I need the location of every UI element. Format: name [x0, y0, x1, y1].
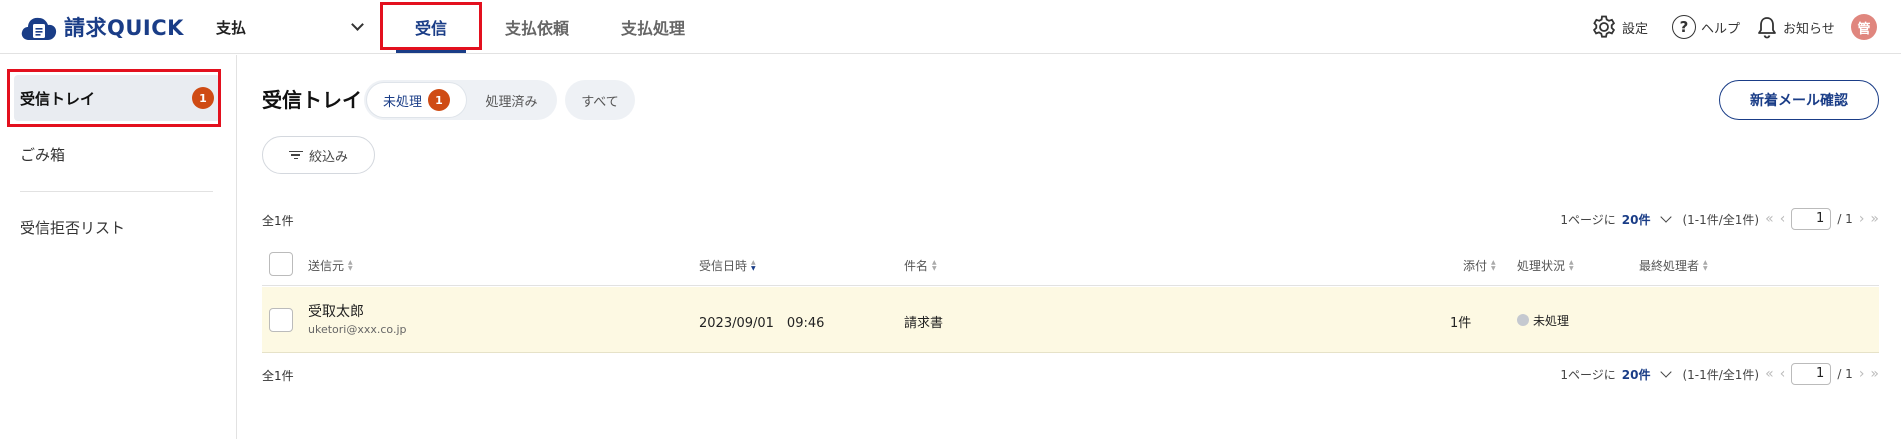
check-new-mail-button[interactable]: 新着メール確認 [1719, 80, 1879, 120]
first-page-icon[interactable]: « [1765, 366, 1774, 382]
next-page-icon[interactable]: › [1859, 366, 1865, 382]
col-attachments[interactable]: 添付 ▲ ▼ [1463, 257, 1496, 274]
tab-payment-request[interactable]: 支払依頼 [482, 0, 592, 54]
col-status[interactable]: 処理状況 ▲ ▼ [1517, 257, 1574, 274]
question-circle-icon: ? [1672, 15, 1696, 39]
chevron-down-icon [351, 18, 364, 31]
page-number-input[interactable]: 1 [1791, 363, 1832, 385]
app-header: 請求QUICK 支払 受信 支払依頼 支払処理 設定 ? ヘルプ お知らせ 管 [0, 0, 1901, 54]
sort-desc-icon: ▲ ▼ [751, 258, 756, 272]
pagination-top: 1ページに 20件 (1-1件/全1件) « ‹ 1 / 1 › » [1560, 207, 1879, 231]
first-page-icon[interactable]: « [1765, 211, 1774, 227]
col-sender[interactable]: 送信元 ▲ ▼ [308, 257, 353, 274]
gear-icon [1592, 15, 1616, 38]
status-filter-group: 未処理 1 処理済み [364, 80, 557, 120]
filter-unprocessed[interactable]: 未処理 1 [367, 83, 466, 117]
col-last-handler[interactable]: 最終処理者 ▲ ▼ [1639, 257, 1708, 274]
chevron-down-icon[interactable] [1660, 211, 1673, 223]
subject: 請求書 [904, 316, 944, 331]
settings-label: 設定 [1622, 21, 1649, 37]
module-select[interactable]: 支払 [216, 14, 366, 40]
status-badge: 未処理 [1517, 312, 1569, 329]
select-all-checkbox[interactable] [269, 252, 293, 276]
unread-badge: 1 [192, 87, 214, 109]
sidebar-divider [20, 191, 213, 192]
tab-payment-processing[interactable]: 支払処理 [592, 0, 714, 54]
cloud-document-icon [21, 17, 57, 40]
total-count: 全1件 [262, 214, 294, 228]
per-page-select[interactable]: 20件 [1622, 366, 1651, 383]
narrow-filter-button[interactable]: 絞込み [262, 136, 375, 174]
chevron-down-icon[interactable] [1660, 366, 1673, 378]
attachment-count: 1件 [1450, 316, 1472, 331]
page-number-input[interactable]: 1 [1791, 208, 1832, 230]
received-at: 2023/09/01 09:46 [699, 316, 825, 331]
sort-icon: ▲ ▼ [348, 258, 353, 272]
sort-icon: ▲ ▼ [932, 258, 937, 272]
unprocessed-badge: 1 [428, 89, 450, 111]
settings-button[interactable]: 設定 [1591, 12, 1648, 42]
app-name: 請求QUICK [64, 16, 184, 40]
module-select-value: 支払 [216, 18, 247, 37]
sidebar-item-label: 受信トレイ [20, 89, 96, 108]
sort-icon: ▲ ▼ [1491, 258, 1496, 272]
help-label: ヘルプ [1701, 21, 1741, 37]
row-checkbox[interactable] [269, 308, 293, 332]
col-received-at[interactable]: 受信日時 ▲ ▼ [699, 257, 756, 274]
notice-button[interactable]: お知らせ [1756, 12, 1835, 42]
sort-icon: ▲ ▼ [1569, 258, 1574, 272]
prev-page-icon[interactable]: ‹ [1780, 211, 1786, 227]
sort-icon: ▲ ▼ [1703, 258, 1708, 272]
table-header: 送信元 ▲ ▼ 受信日時 ▲ ▼ 件名 ▲ ▼ 添付 ▲ ▼ 処理状況 ▲ ▼ 最終処理者… [262, 244, 1879, 286]
col-subject[interactable]: 件名 ▲ ▼ [904, 257, 937, 274]
sidebar-item-trash[interactable]: ごみ箱 [14, 131, 220, 177]
sender-name: 受取太郎 [308, 304, 364, 320]
help-button[interactable]: ? ヘルプ [1672, 12, 1740, 42]
sidebar-item-label: 受信拒否リスト [20, 218, 126, 237]
prev-page-icon[interactable]: ‹ [1780, 366, 1786, 382]
last-page-icon[interactable]: » [1870, 211, 1879, 227]
filter-all[interactable]: すべて [565, 80, 635, 120]
per-page-select[interactable]: 20件 [1622, 211, 1651, 228]
sidebar-item-inbox[interactable]: 受信トレイ 1 [14, 75, 220, 121]
tab-receive[interactable]: 受信 [382, 0, 480, 54]
filter-processed[interactable]: 処理済み [466, 91, 557, 110]
next-page-icon[interactable]: › [1859, 211, 1865, 227]
table-row[interactable]: 受取太郎 uketori@xxx.co.jp 2023/09/01 09:46 … [262, 287, 1879, 353]
avatar[interactable]: 管 [1851, 14, 1877, 40]
notice-label: お知らせ [1783, 21, 1835, 37]
bell-icon [1758, 17, 1776, 39]
filter-icon [288, 150, 303, 160]
status-dot-icon [1517, 314, 1529, 326]
app-logo[interactable]: 請求QUICK [20, 9, 184, 45]
sidebar-item-block-list[interactable]: 受信拒否リスト [14, 204, 220, 250]
pagination-bottom: 1ページに 20件 (1-1件/全1件) « ‹ 1 / 1 › » [1560, 362, 1879, 386]
last-page-icon[interactable]: » [1870, 366, 1879, 382]
sender-email: uketori@xxx.co.jp [308, 323, 407, 336]
sidebar: 受信トレイ 1 ごみ箱 受信拒否リスト [0, 55, 237, 439]
total-count-bottom: 全1件 [262, 369, 294, 383]
sidebar-item-label: ごみ箱 [20, 145, 66, 164]
page-title: 受信トレイ [262, 88, 362, 112]
